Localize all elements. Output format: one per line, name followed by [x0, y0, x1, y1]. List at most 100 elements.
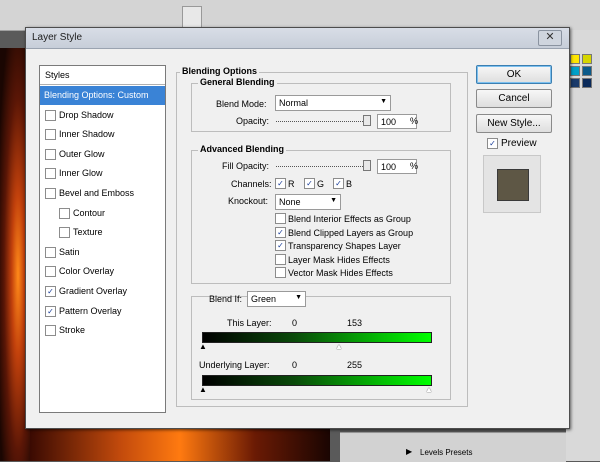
style-item-label: Satin: [59, 246, 80, 257]
dialog-title: Layer Style: [32, 32, 83, 43]
blend-if-value: Green: [251, 294, 277, 304]
underlying-black-slider[interactable]: ▲: [199, 386, 207, 394]
style-item[interactable]: Inner Glow: [40, 164, 165, 183]
advanced-option-checkbox[interactable]: [275, 267, 286, 278]
style-item-label: Inner Shadow: [59, 129, 115, 140]
style-item[interactable]: Color Overlay: [40, 262, 165, 281]
swatch[interactable]: [582, 78, 592, 88]
swatch[interactable]: [570, 78, 580, 88]
preview-label: Preview: [501, 138, 537, 149]
style-item-checkbox[interactable]: [45, 129, 56, 141]
style-item-checkbox[interactable]: [45, 168, 56, 180]
style-item[interactable]: Blending Options: Custom: [40, 86, 165, 105]
style-item-label: Contour: [73, 207, 106, 218]
new-style-button[interactable]: New Style...: [476, 114, 552, 133]
this-layer-label: This Layer:: [227, 318, 272, 328]
style-item-label: Texture: [73, 227, 103, 238]
this-layer-black-slider[interactable]: ▲: [199, 343, 207, 351]
opacity-label: Opacity:: [236, 116, 270, 126]
style-item[interactable]: Drop Shadow: [40, 106, 165, 125]
style-item-checkbox[interactable]: [59, 207, 70, 219]
advanced-option-label: Blend Clipped Layers as Group: [288, 227, 414, 238]
toolbar-tool-icon[interactable]: [182, 6, 202, 28]
expand-arrow-icon[interactable]: ▶: [406, 447, 412, 456]
opacity-slider[interactable]: [276, 121, 369, 122]
fill-opacity-label: Fill Opacity:: [222, 161, 270, 171]
style-item-checkbox[interactable]: [45, 246, 56, 258]
cancel-button[interactable]: Cancel: [476, 89, 552, 108]
blend-mode-value: Normal: [279, 98, 309, 108]
style-item[interactable]: Contour: [40, 204, 165, 223]
styles-header-label: Styles: [45, 70, 70, 80]
opacity-percent: %: [410, 116, 419, 126]
dropdown-arrow-icon: ▼: [295, 294, 302, 301]
knockout-label: Knockout:: [228, 196, 269, 206]
underlying-layer-label: Underlying Layer:: [199, 360, 270, 370]
style-item-label: Color Overlay: [59, 266, 115, 277]
ok-button[interactable]: OK: [476, 65, 552, 84]
this-layer-low: 0: [292, 318, 298, 328]
style-item[interactable]: Outer Glow: [40, 145, 165, 164]
underlying-white-slider[interactable]: ▲: [425, 386, 433, 394]
advanced-option-checkbox[interactable]: [275, 253, 286, 265]
style-item[interactable]: Texture: [40, 223, 165, 242]
channel-r-label: R: [288, 179, 295, 189]
style-item-checkbox[interactable]: [45, 266, 56, 278]
swatch[interactable]: [570, 66, 580, 76]
channel-g-label: G: [317, 179, 325, 189]
preview-checkbox[interactable]: ✓: [487, 138, 498, 149]
blend-if-select[interactable]: Green ▼: [247, 291, 306, 307]
knockout-select[interactable]: None ▼: [275, 194, 341, 210]
style-item-label: Pattern Overlay: [59, 305, 122, 316]
this-layer-high: 153: [347, 318, 363, 328]
style-item-checkbox[interactable]: [45, 109, 56, 121]
swatch[interactable]: [582, 54, 592, 64]
preview-box: [483, 155, 541, 213]
style-item-label: Stroke: [59, 325, 86, 336]
advanced-option-checkbox[interactable]: [275, 213, 286, 224]
dialog-titlebar[interactable]: Layer Style ✕: [26, 28, 569, 49]
knockout-value: None: [279, 197, 301, 207]
style-item-checkbox[interactable]: [45, 325, 56, 337]
style-item-label: Inner Glow: [59, 168, 103, 179]
style-item-label: Outer Glow: [59, 148, 105, 159]
fill-opacity-slider-thumb[interactable]: [363, 160, 371, 171]
style-item[interactable]: Bevel and Emboss: [40, 184, 165, 203]
advanced-option-label: Blend Interior Effects as Group: [288, 214, 411, 224]
blend-mode-select[interactable]: Normal ▼: [275, 95, 391, 111]
channel-g-checkbox[interactable]: ✓: [304, 178, 315, 189]
style-item[interactable]: ✓ Gradient Overlay: [40, 282, 165, 301]
styles-header[interactable]: Styles: [40, 66, 165, 85]
advanced-option-label: Transparency Shapes Layer: [288, 241, 401, 251]
dropdown-arrow-icon: ▼: [330, 197, 337, 204]
blending-options-title: Blending Options: [180, 66, 259, 76]
opacity-slider-thumb[interactable]: [363, 115, 371, 126]
style-item-checkbox[interactable]: [45, 148, 56, 160]
close-button[interactable]: ✕: [538, 30, 562, 46]
advanced-option-checkbox[interactable]: ✓: [275, 240, 286, 251]
fill-opacity-slider[interactable]: [276, 166, 369, 167]
channels-label: Channels:: [231, 179, 272, 189]
levels-presets-label[interactable]: Levels Presets: [420, 448, 472, 457]
swatch[interactable]: [582, 66, 592, 76]
swatch[interactable]: [570, 54, 580, 64]
advanced-blending-title: Advanced Blending: [198, 144, 287, 154]
fill-opacity-value: 100: [381, 162, 397, 172]
style-item[interactable]: Stroke: [40, 321, 165, 340]
channel-r-checkbox[interactable]: ✓: [275, 178, 286, 189]
style-item[interactable]: Inner Shadow: [40, 125, 165, 144]
style-item-label: Drop Shadow: [59, 109, 114, 120]
blend-if-label: Blend If:: [209, 294, 243, 304]
preview-swatch: [497, 169, 529, 201]
channel-b-checkbox[interactable]: ✓: [333, 178, 344, 189]
advanced-option-label: Vector Mask Hides Effects: [288, 268, 393, 278]
style-item[interactable]: ✓ Pattern Overlay: [40, 302, 165, 321]
style-item[interactable]: Satin: [40, 243, 165, 262]
style-item-checkbox[interactable]: [45, 188, 56, 199]
layer-style-dialog: Layer Style ✕ Styles Blending Options: C…: [25, 27, 570, 429]
style-item-checkbox[interactable]: ✓: [45, 286, 56, 297]
style-item-checkbox[interactable]: ✓: [45, 305, 56, 317]
style-item-checkbox[interactable]: [59, 227, 70, 239]
this-layer-white-slider[interactable]: ▲: [335, 343, 343, 351]
advanced-option-checkbox[interactable]: ✓: [275, 226, 286, 238]
